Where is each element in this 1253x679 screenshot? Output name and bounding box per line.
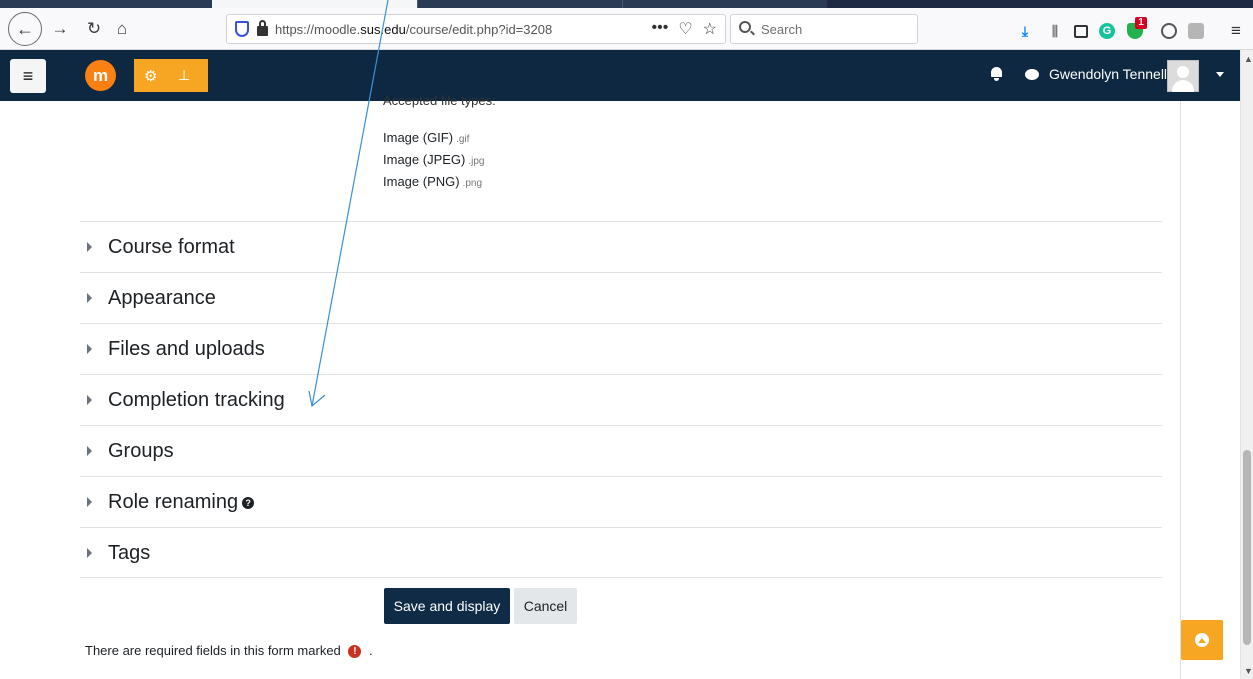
expand-caret-icon[interactable] [87,497,92,507]
section-title[interactable]: Role renaming? [108,491,255,514]
file-type-name: Image (PNG) [383,174,460,189]
browser-tab-active[interactable] [212,0,417,8]
section-title[interactable]: Files and uploads [108,338,265,361]
file-type-extension: .gif [456,134,470,145]
file-type-name: Image (GIF) [383,130,454,145]
reload-icon[interactable]: ↻ [80,15,108,43]
admin-toolbar: ⚙ ⊥ [134,59,208,92]
browser-toolbar: ← → ↻ ⌂ https://moodle.sus.edu/course/ed… [0,8,1253,50]
user-name[interactable]: Gwendolyn Tennell [1049,66,1167,82]
expand-caret-icon[interactable] [87,548,92,558]
browser-tab[interactable] [0,0,212,8]
content-divider [1180,101,1181,679]
expand-caret-icon[interactable] [87,242,92,252]
avatar[interactable] [1167,60,1199,92]
bell-icon[interactable] [990,67,1003,81]
address-bar[interactable]: https://moodle.sus.edu/course/edit.php?i… [226,14,726,44]
bookmark-star-icon[interactable]: ☆ [703,19,717,39]
page-actions-menu-icon[interactable]: ••• [652,19,669,39]
section-title-text: Role renaming [108,491,239,513]
required-fields-note: There are required fields in this form m… [85,643,373,659]
scroll-up-icon[interactable]: ▲ [1244,54,1253,64]
scrollbar-thumb[interactable] [1243,450,1251,645]
page-scrollbar[interactable]: ▲ ▼ [1240,50,1253,679]
url-text[interactable]: https://moodle.sus.edu/course/edit.php?i… [275,22,552,37]
section-title[interactable]: Appearance [108,287,216,310]
section-title[interactable]: Course format [108,236,235,259]
expand-caret-icon[interactable] [87,446,92,456]
section-files-and-uploads[interactable]: Files and uploads [80,323,1162,374]
section-title[interactable]: Completion tracking [108,389,285,412]
grammarly-icon[interactable]: G [1097,21,1117,41]
file-type-name: Image (JPEG) [383,152,466,167]
help-icon[interactable]: ? [242,496,255,509]
file-type-item: Image (JPEG) .jpg [383,152,484,167]
pocket-icon[interactable]: ♡ [678,19,692,39]
browser-tab[interactable] [417,0,622,8]
url-path: /course/edit.php?id=3208 [405,22,553,37]
url-domain: sus.edu [360,22,406,37]
browser-tab-strip [0,0,1253,8]
moodle-navbar: ≡ m ⚙ ⊥ Gwendolyn Tennell [0,50,1240,101]
back-icon[interactable]: ← [8,12,42,46]
required-note-suffix: . [369,643,373,658]
search-icon [739,21,751,33]
accepted-file-types-label: Accepted file types: [383,93,496,108]
sidebar-icon[interactable] [1071,21,1091,41]
back-to-top-button[interactable] [1181,620,1223,660]
section-title[interactable]: Tags [108,542,150,565]
expand-caret-icon[interactable] [87,395,92,405]
save-and-display-button[interactable]: Save and display [384,588,510,624]
cancel-button[interactable]: Cancel [514,588,577,624]
account-icon[interactable] [1159,21,1179,41]
arrow-up-icon [1195,633,1209,647]
expand-caret-icon[interactable] [87,293,92,303]
section-course-format[interactable]: Course format [80,221,1162,272]
required-icon: ! [348,645,362,659]
file-type-item: Image (GIF) .gif [383,130,469,145]
section-completion-tracking[interactable]: Completion tracking [80,374,1162,425]
comment-icon[interactable] [1025,69,1039,80]
file-type-extension: .jpg [468,156,485,167]
section-tags[interactable]: Tags [80,527,1162,578]
search-placeholder: Search [761,22,803,37]
section-title[interactable]: Groups [108,440,174,463]
user-menu-caret-icon[interactable] [1216,72,1224,77]
section-role-renaming[interactable]: Role renaming? [80,476,1162,527]
url-prefix: https://moodle. [275,22,361,37]
scroll-down-icon[interactable]: ▼ [1244,666,1253,676]
lock-icon[interactable] [257,20,268,36]
home-icon[interactable]: ⌂ [108,15,136,43]
browser-menu-icon[interactable]: ≡ [1226,21,1246,41]
extension-badge: 1 [1135,17,1147,29]
sitemap-icon[interactable]: ⊥ [178,67,190,84]
file-type-item: Image (PNG) .png [383,174,482,189]
browser-tab[interactable] [622,0,827,8]
extension-icon[interactable] [1186,21,1206,41]
drawer-toggle-icon[interactable]: ≡ [10,59,46,93]
expand-caret-icon[interactable] [87,344,92,354]
form-sections: Course format Appearance Files and uploa… [80,221,1162,578]
section-appearance[interactable]: Appearance [80,272,1162,323]
forward-icon[interactable]: → [46,15,74,43]
required-note-text: There are required fields in this form m… [85,643,341,658]
download-icon[interactable]: ⤓ [1015,21,1035,41]
tracking-shield-icon[interactable] [235,21,249,37]
gears-icon[interactable]: ⚙ [144,67,157,85]
moodle-logo[interactable]: m [85,60,116,91]
file-type-extension: .png [462,178,483,189]
section-groups[interactable]: Groups [80,425,1162,476]
page-actions: ••• ♡ ☆ [652,19,718,39]
browser-search-input[interactable]: Search [730,14,918,44]
library-icon[interactable]: ⫼ [1045,21,1065,41]
